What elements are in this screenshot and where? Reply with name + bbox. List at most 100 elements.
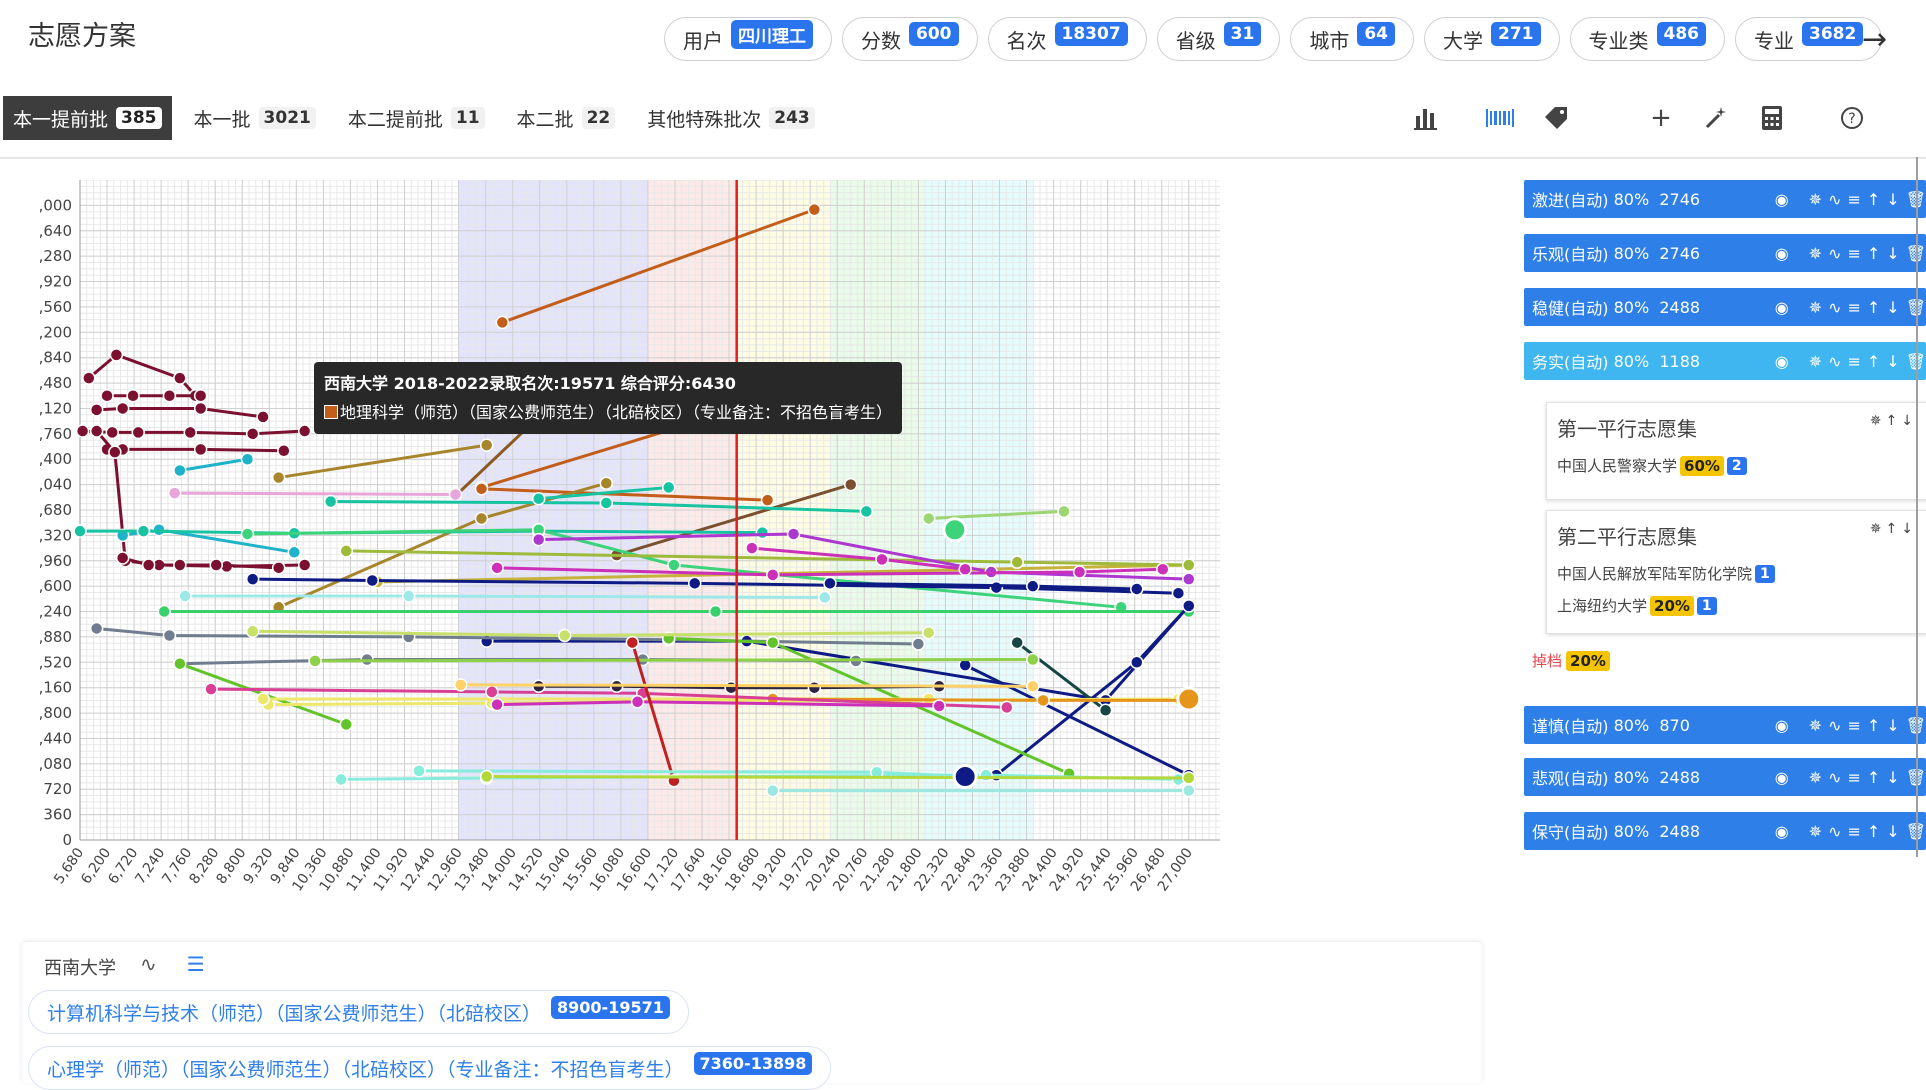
filter-icon[interactable]: ≡ [1847, 716, 1860, 735]
user-icon[interactable]: ◉ [1775, 768, 1789, 787]
tab-batch-1[interactable]: 本一批 3021 [184, 96, 326, 140]
rank-chart-svg[interactable]: 5,6806,2006,7207,2407,7608,2808,8009,320… [29, 179, 1480, 940]
arrow-up-icon[interactable]: ↑ [1867, 768, 1880, 787]
data-point [755, 525, 770, 540]
collapse-icon[interactable]: ✵ [1809, 244, 1822, 263]
help-icon[interactable]: ? [1834, 100, 1870, 136]
user-icon[interactable]: ◉ [1775, 190, 1789, 209]
school-row[interactable]: 上海纽约大学 20% 1 [1557, 595, 1717, 616]
plus-icon[interactable]: + [1643, 100, 1679, 136]
calculator-icon[interactable] [1754, 100, 1790, 136]
arrow-up-icon[interactable]: ↑ [1867, 244, 1880, 263]
major-chip[interactable]: 心理学（师范）（国家公费师范生）（北碚校区）（专业备注：不招色盲考生） 7360-… [28, 1046, 832, 1090]
group-count: 870 [1659, 715, 1690, 735]
arrow-down-icon[interactable]: ↓ [1886, 298, 1899, 317]
user-icon[interactable]: ◉ [1775, 822, 1789, 841]
filter-city[interactable]: 城市 64 [1290, 17, 1414, 61]
filter-label: 名次 [1006, 28, 1047, 53]
arrow-up-icon[interactable]: ↑ [1867, 822, 1880, 841]
user-icon[interactable]: ◉ [1775, 244, 1789, 263]
plan-group-pragmatic[interactable]: 务实(自动) 80% 1188 ◉✵∿≡↑↓🗑 [1524, 342, 1926, 380]
barcode-icon[interactable] [1482, 100, 1518, 136]
data-point [1182, 572, 1196, 586]
filter-major[interactable]: 专业 3682 [1735, 17, 1883, 61]
collapse-icon[interactable]: ✵ [1809, 298, 1822, 317]
data-point [173, 558, 187, 572]
filter-user[interactable]: 用户 四川理工 [664, 17, 832, 61]
data-point [157, 604, 172, 619]
tag-icon[interactable] [1538, 100, 1574, 136]
arrow-down-icon[interactable]: ↓ [1886, 244, 1899, 263]
collapse-icon[interactable]: ✵ [1809, 190, 1822, 209]
arrow-right-icon[interactable]: → [1862, 22, 1887, 57]
school-row[interactable]: 中国人民警察大学 60% 2 [1557, 455, 1747, 476]
arrow-down-icon[interactable]: ↓ [1886, 352, 1899, 371]
filter-icon[interactable]: ≡ [1847, 190, 1860, 209]
data-point [479, 769, 494, 784]
filter-icon[interactable]: ≡ [1847, 298, 1860, 317]
filter-icon[interactable]: ≡ [1847, 768, 1860, 787]
collapse-icon[interactable]: ✵ [1870, 413, 1886, 429]
collapse-icon[interactable]: ✵ [1870, 521, 1886, 537]
sliders-icon[interactable]: ☰ [187, 952, 205, 976]
tab-batch-4[interactable]: 其他特殊批次 243 [637, 96, 825, 140]
tab-batch-2[interactable]: 本二提前批 11 [338, 96, 495, 140]
filter-icon[interactable]: ≡ [1847, 352, 1860, 371]
trend-icon[interactable]: ∿ [1828, 244, 1841, 263]
arrow-up-icon[interactable]: ↑ [1867, 352, 1880, 371]
plan-group-cautious[interactable]: 谨慎(自动) 80% 870 ◉✵∿≡↑↓🗑 [1524, 706, 1926, 744]
bar-chart-icon[interactable] [1408, 100, 1444, 136]
filter-icon[interactable]: ≡ [1847, 822, 1860, 841]
arrow-down-icon[interactable]: ↓ [1886, 768, 1899, 787]
arrow-up-icon[interactable]: ↑ [1867, 298, 1880, 317]
trend-icon[interactable]: ∿ [1828, 822, 1841, 841]
school-row[interactable]: 中国人民解放军陆军防化学院 1 [1557, 563, 1775, 584]
filter-score[interactable]: 分数 600 [842, 17, 978, 61]
plan-group-steady[interactable]: 稳健(自动) 80% 2488 ◉✵∿≡↑↓🗑 [1524, 288, 1926, 326]
arrow-up-icon[interactable]: ↑ [1886, 413, 1902, 429]
trend-icon[interactable]: ∿ [140, 952, 157, 976]
collapse-icon[interactable]: ✵ [1809, 768, 1822, 787]
scrollbar[interactable] [1916, 157, 1918, 857]
trend-icon[interactable]: ∿ [1828, 298, 1841, 317]
group-count: 2488 [1659, 767, 1701, 787]
tab-batch-0[interactable]: 本一提前批 385 [3, 96, 172, 140]
trend-icon[interactable]: ∿ [1828, 716, 1841, 735]
data-point [105, 425, 119, 440]
magic-wand-icon[interactable] [1698, 100, 1734, 136]
plan-group-optimistic[interactable]: 乐观(自动) 80% 2746 ◉✵∿≡↑↓🗑 [1524, 234, 1926, 272]
user-icon[interactable]: ◉ [1775, 716, 1789, 735]
filter-major-category[interactable]: 专业类 486 [1569, 17, 1725, 61]
plan-group-conservative[interactable]: 保守(自动) 80% 2488 ◉✵∿≡↑↓🗑 [1524, 812, 1926, 850]
arrow-up-icon[interactable]: ↑ [1867, 190, 1880, 209]
arrow-down-icon[interactable]: ↓ [1886, 822, 1899, 841]
trend-icon[interactable]: ∿ [1828, 190, 1841, 209]
tab-batch-3[interactable]: 本二批 22 [507, 96, 626, 140]
trend-icon[interactable]: ∿ [1828, 768, 1841, 787]
arrow-down-icon[interactable]: ↓ [1901, 413, 1917, 429]
data-point [115, 551, 130, 565]
plan-group-radical[interactable]: 激进(自动) 80% 2746 ◉✵∿≡↑↓🗑 [1524, 180, 1926, 218]
plan-group-pessimistic[interactable]: 悲观(自动) 80% 2488 ◉✵∿≡↑↓🗑 [1524, 758, 1926, 796]
major-chip[interactable]: 计算机科学与技术（师范）（国家公费师范生）（北碚校区） 8900-19571 [28, 990, 689, 1034]
data-point [1036, 693, 1050, 708]
arrow-down-icon[interactable]: ↓ [1886, 716, 1899, 735]
user-icon[interactable]: ◉ [1775, 352, 1789, 371]
filter-icon[interactable]: ≡ [1847, 244, 1860, 263]
filter-rank[interactable]: 名次 18307 [987, 17, 1147, 61]
user-icon[interactable]: ◉ [1775, 298, 1789, 317]
filter-province[interactable]: 省级 31 [1156, 17, 1281, 61]
collapse-icon[interactable]: ✵ [1809, 716, 1822, 735]
group-pct: 80% [1613, 821, 1650, 841]
arrow-up-icon[interactable]: ↑ [1886, 521, 1902, 537]
filter-university[interactable]: 大学 271 [1424, 17, 1560, 61]
arrow-up-icon[interactable]: ↑ [1867, 716, 1880, 735]
data-point [911, 637, 926, 651]
data-point [193, 401, 208, 416]
collapse-icon[interactable]: ✵ [1809, 352, 1822, 371]
collapse-icon[interactable]: ✵ [1809, 822, 1822, 841]
arrow-down-icon[interactable]: ↓ [1901, 521, 1917, 537]
arrow-down-icon[interactable]: ↓ [1886, 190, 1899, 209]
trend-icon[interactable]: ∿ [1828, 352, 1841, 371]
count-badge: 1 [1755, 564, 1775, 583]
